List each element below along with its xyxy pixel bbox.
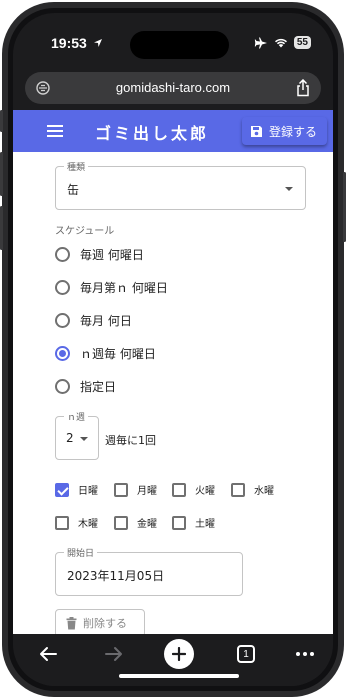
radio-button[interactable] (55, 280, 70, 295)
volume-down-button (0, 206, 3, 250)
delete-button[interactable]: 削除する (55, 609, 145, 634)
app-title: ゴミ出し太郎 (95, 124, 210, 143)
register-button-label: 登録する (268, 124, 317, 139)
app-bar: ゴミ出し太郎 登録する (13, 110, 333, 152)
home-indicator (119, 674, 239, 678)
share-icon[interactable] (295, 79, 311, 97)
start-date-value[interactable]: 2023年11月05日 (67, 567, 164, 584)
tab-count: 1 (237, 645, 255, 663)
back-arrow-icon (40, 647, 57, 661)
url-text[interactable]: gomidashi-taro.com (25, 80, 321, 95)
battery-indicator: 55 (293, 36, 311, 49)
dropdown-arrow-icon (80, 437, 88, 441)
checkbox[interactable] (172, 482, 186, 497)
start-date-label: 開始日 (64, 546, 98, 559)
checkbox[interactable] (172, 515, 186, 530)
checkbox-sunday[interactable]: 日曜 (55, 482, 98, 497)
n-week-label: ｎ週 (64, 410, 89, 423)
checkbox-label: 水曜 (254, 486, 274, 497)
forward-arrow-icon (105, 647, 122, 661)
radio-label: 毎週 何曜日 (80, 248, 144, 262)
new-tab-button[interactable] (164, 639, 194, 669)
radio-weekly[interactable]: 毎週 何曜日 (55, 246, 144, 263)
phone-bezel: 19:53 55 gomidashi-taro.com ゴミ出し太郎 登録する … (8, 8, 338, 691)
status-bar: 19:53 55 (13, 13, 333, 69)
checkbox[interactable] (114, 482, 128, 497)
checkbox-saturday[interactable]: 土曜 (172, 515, 215, 530)
radio-specified-date[interactable]: 指定日 (55, 378, 116, 395)
checkbox-label: 土曜 (195, 519, 215, 530)
type-select-label: 種類 (64, 160, 89, 173)
n-week-value: 2 (66, 431, 74, 445)
dropdown-arrow-icon (285, 187, 293, 191)
back-button[interactable] (35, 642, 61, 666)
delete-button-label: 削除する (83, 618, 127, 630)
more-dots-icon (296, 652, 314, 656)
checkbox-tuesday[interactable]: 火曜 (172, 482, 215, 497)
checkbox-label: 火曜 (195, 486, 215, 497)
url-bar[interactable]: gomidashi-taro.com (25, 72, 321, 104)
checkbox-wednesday[interactable]: 水曜 (231, 482, 274, 497)
browser-toolbar: 1 (13, 634, 333, 686)
checkbox[interactable] (114, 515, 128, 530)
trash-icon (66, 616, 77, 629)
checkbox-label: 月曜 (137, 486, 157, 497)
action-button (0, 110, 3, 132)
plus-icon (172, 647, 186, 661)
radio-button[interactable] (55, 379, 70, 394)
menu-icon[interactable] (47, 125, 63, 137)
start-date-field[interactable]: 開始日 2023年11月05日 (55, 546, 243, 596)
screen: 19:53 55 gomidashi-taro.com ゴミ出し太郎 登録する … (13, 13, 333, 686)
volume-up-button (0, 152, 3, 196)
radio-button-selected[interactable] (55, 346, 70, 361)
checkbox-thursday[interactable]: 木曜 (55, 515, 98, 530)
schedule-label: スケジュール (55, 226, 115, 237)
dynamic-island (130, 31, 229, 59)
radio-every-n-weeks[interactable]: ｎ週毎 何曜日 (55, 345, 156, 362)
phone-frame: 19:53 55 gomidashi-taro.com ゴミ出し太郎 登録する … (0, 2, 346, 697)
status-icons: 55 (254, 36, 311, 49)
checkbox-label: 日曜 (78, 486, 98, 497)
radio-label: 毎月 何日 (80, 314, 132, 328)
clock: 19:53 (51, 35, 87, 51)
radio-monthly-day[interactable]: 毎月 何日 (55, 312, 132, 329)
type-select[interactable]: 種類 缶 (55, 160, 306, 210)
radio-monthly-nth[interactable]: 毎月第ｎ 何曜日 (55, 279, 168, 296)
n-week-select[interactable]: ｎ週 2 (55, 410, 99, 460)
tabs-button[interactable]: 1 (233, 642, 259, 666)
location-arrow-icon (94, 39, 102, 47)
radio-label: 毎月第ｎ 何曜日 (80, 281, 168, 295)
checkbox-monday[interactable]: 月曜 (114, 482, 157, 497)
airplane-icon (254, 37, 267, 48)
radio-button[interactable] (55, 247, 70, 262)
form-content: 種類 缶 スケジュール 毎週 何曜日 毎月第ｎ 何曜日 毎月 何日 ｎ週毎 何曜… (13, 152, 333, 634)
wifi-icon (274, 38, 287, 48)
more-menu-button[interactable] (292, 642, 318, 666)
checkbox[interactable] (55, 515, 69, 530)
radio-button[interactable] (55, 313, 70, 328)
checkbox-label: 金曜 (137, 519, 157, 530)
forward-button[interactable] (101, 642, 127, 666)
type-select-value: 缶 (67, 183, 80, 197)
radio-label: 指定日 (80, 380, 117, 394)
n-week-suffix: 週毎に1回 (105, 434, 156, 447)
save-icon (250, 125, 262, 137)
checkbox-label: 木曜 (78, 519, 98, 530)
checkbox-checked[interactable] (55, 482, 69, 497)
register-button[interactable]: 登録する (241, 117, 327, 145)
checkbox[interactable] (231, 482, 245, 497)
radio-label: ｎ週毎 何曜日 (80, 347, 156, 361)
checkbox-friday[interactable]: 金曜 (114, 515, 157, 530)
